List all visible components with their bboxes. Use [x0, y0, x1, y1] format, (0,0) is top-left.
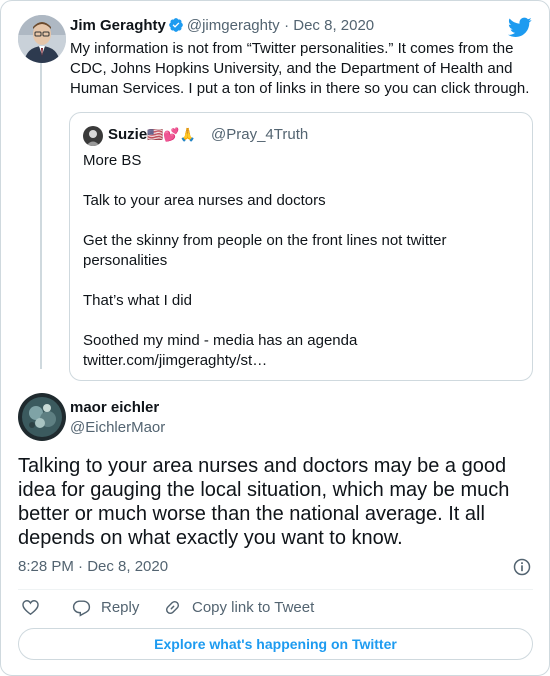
quoted-tweet[interactable]: Suzie🇺🇸💕🙏 @Pray_4Truth More BS Talk to y…: [69, 112, 533, 381]
thread-connector-line: [40, 63, 42, 369]
parent-tweet-header: Jim Geraghty @jimgeraghty · Dec 8, 2020: [70, 17, 374, 35]
embedded-tweet-card: Jim Geraghty @jimgeraghty · Dec 8, 2020 M…: [0, 0, 550, 676]
actions-divider: [18, 589, 533, 590]
quoted-line: That’s what I did: [83, 292, 192, 309]
info-icon[interactable]: [512, 557, 532, 577]
quoted-author-name-text: Suzie: [108, 126, 148, 143]
main-author-name[interactable]: maor eichler: [70, 399, 159, 416]
reply-button[interactable]: Reply: [72, 598, 139, 617]
quoted-line: More BS: [83, 152, 142, 169]
copy-link-label: Copy link to Tweet: [192, 599, 315, 616]
parent-author-handle[interactable]: @jimgeraghty: [187, 17, 280, 34]
quoted-author-emoji: 🇺🇸💕🙏: [147, 127, 196, 142]
quoted-line: Talk to your area nurses and doctors: [83, 192, 326, 209]
reply-label: Reply: [101, 599, 140, 616]
quoted-line: Get the skinny from people on the front …: [83, 232, 447, 269]
main-tweet-timestamp[interactable]: 8:28 PM · Dec 8, 2020: [18, 558, 168, 575]
quoted-author-handle: @Pray_4Truth: [211, 126, 309, 143]
parent-tweet-text: My information is not from “Twitter pers…: [70, 40, 530, 97]
twitter-bird-icon[interactable]: [508, 15, 532, 39]
heart-icon: [22, 600, 39, 616]
main-author-avatar[interactable]: [18, 393, 66, 441]
parent-tweet-date[interactable]: · Dec 8, 2020: [284, 17, 374, 34]
quoted-line: Soothed my mind - media has an agenda: [83, 332, 358, 349]
parent-author-avatar[interactable]: [18, 15, 66, 63]
explore-button[interactable]: Explore what's happening on Twitter: [18, 628, 533, 660]
quoted-author-avatar: [83, 126, 103, 146]
quoted-link[interactable]: twitter.com/jimgeraghty/st…: [83, 351, 513, 371]
like-button[interactable]: [21, 598, 40, 617]
verified-badge-icon: [169, 18, 183, 32]
quoted-author-name: Suzie🇺🇸💕🙏: [108, 126, 196, 143]
parent-author-name[interactable]: Jim Geraghty: [70, 17, 166, 34]
link-icon: [165, 600, 180, 615]
main-author-handle[interactable]: @EichlerMaor: [70, 419, 165, 436]
reply-icon: [72, 600, 91, 617]
main-tweet-text: Talking to your area nurses and doctors …: [18, 455, 510, 549]
quoted-tweet-text: More BS Talk to your area nurses and doc…: [83, 151, 513, 371]
copy-link-button[interactable]: Copy link to Tweet: [163, 598, 314, 617]
